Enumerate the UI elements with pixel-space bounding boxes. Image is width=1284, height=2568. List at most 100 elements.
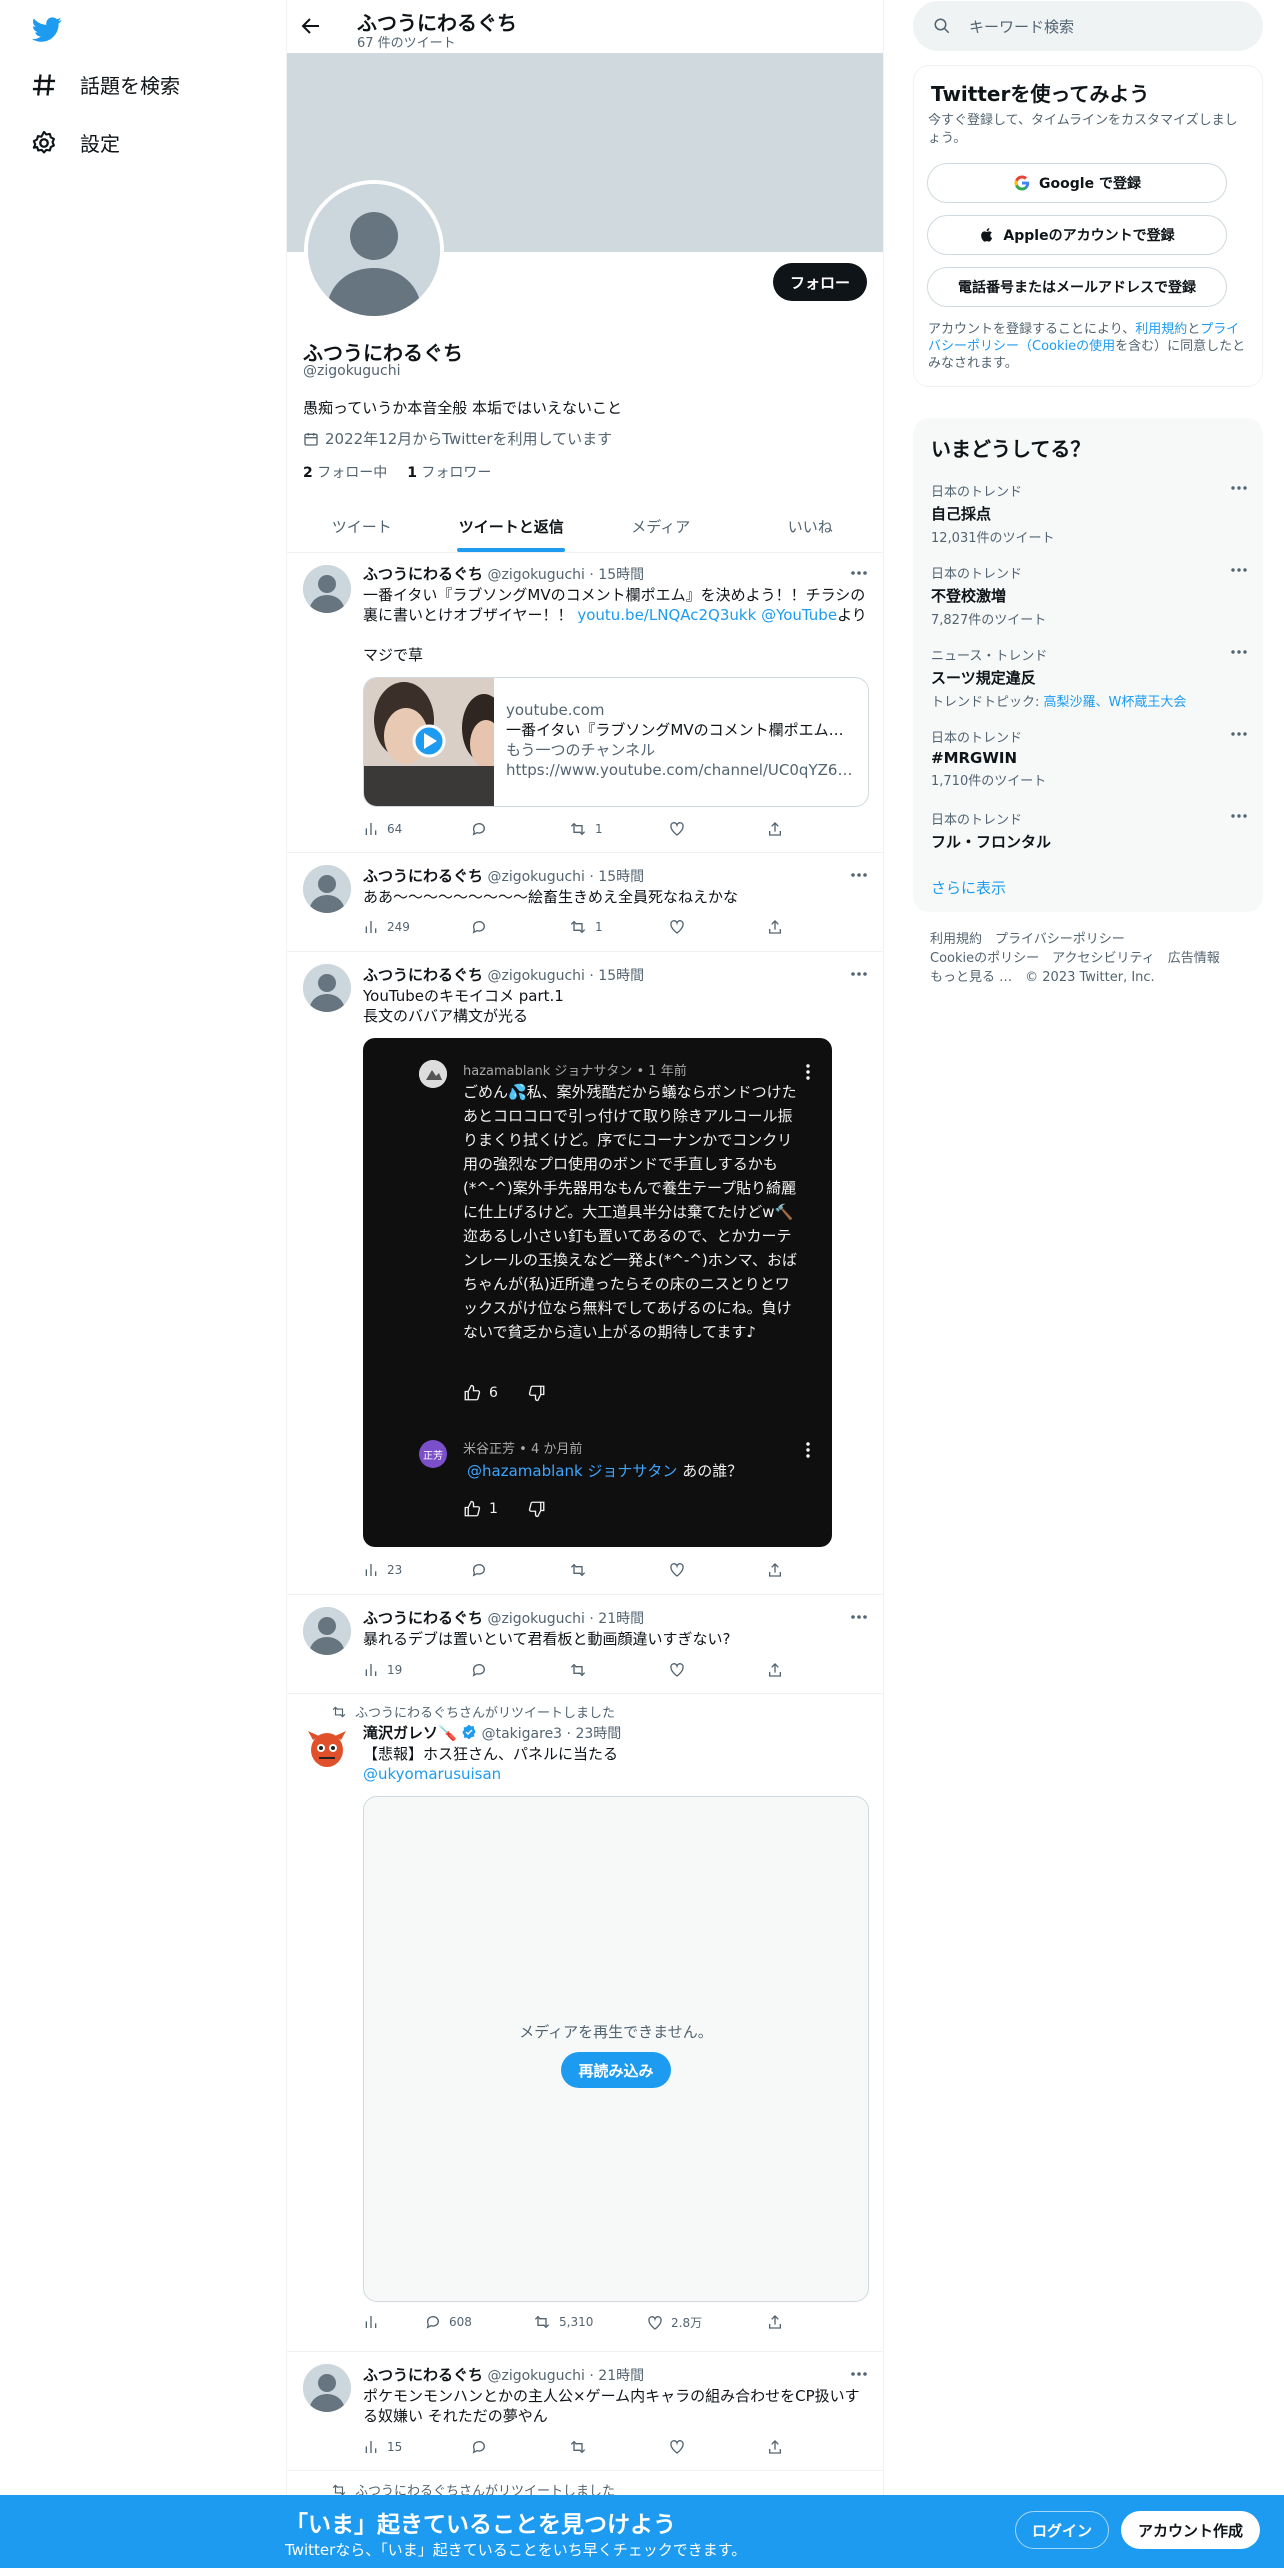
tab-media[interactable]: メディア xyxy=(586,500,736,552)
views-button[interactable]: 15 xyxy=(363,2439,402,2455)
phone-email-signup-button[interactable]: 電話番号またはメールアドレスで登録 xyxy=(927,267,1227,307)
reply-button[interactable] xyxy=(471,821,495,837)
more-icon[interactable] xyxy=(849,865,869,885)
twitter-logo-icon[interactable] xyxy=(30,14,64,44)
retweet-button[interactable]: 5,310 xyxy=(533,2314,593,2330)
footer-accessibility[interactable]: アクセシビリティ xyxy=(1052,951,1155,966)
tweet-actions: 19 xyxy=(363,1662,803,1682)
tab-tweets-and-replies[interactable]: ツイートと返信 xyxy=(437,500,587,552)
apple-signup-button[interactable]: Appleのアカウントで登録 xyxy=(927,215,1227,255)
link-card[interactable]: youtube.com 一番イタい『ラブソングMVのコメント欄ポエム』を決めよう… xyxy=(363,677,869,807)
views-icon xyxy=(365,1664,377,1676)
login-button[interactable]: ログイン xyxy=(1015,2511,1110,2549)
tweet-mention[interactable]: @YouTube xyxy=(761,606,837,624)
profile-avatar[interactable] xyxy=(304,180,444,320)
more-icon[interactable] xyxy=(849,563,869,583)
share-button[interactable] xyxy=(767,2314,783,2330)
terms-link[interactable]: 利用規約 xyxy=(1135,322,1187,337)
footer-privacy[interactable]: プライバシーポリシー xyxy=(995,932,1125,947)
retweet-button[interactable] xyxy=(569,1662,595,1678)
trend-more-icon[interactable] xyxy=(1230,649,1248,655)
follow-button[interactable]: フォロー xyxy=(772,263,867,301)
comment-body: ごめん💦私、案外残酷だから蟻ならボンドつけたあとコロコロで引っ付けて取り除きアル… xyxy=(463,1083,798,1341)
footer-cookie[interactable]: Cookieのポリシー xyxy=(930,951,1039,966)
tab-tweets[interactable]: ツイート xyxy=(287,500,437,552)
like-button[interactable] xyxy=(669,1562,693,1578)
nav-explore[interactable]: 話題を検索 xyxy=(30,70,180,99)
profile-column: ふつうにわるぐち 67 件のツイート フォロー ふつうにわるぐち @zigoku… xyxy=(286,0,884,2568)
share-button[interactable] xyxy=(767,919,783,935)
back-arrow-icon[interactable] xyxy=(299,14,323,38)
search-box[interactable]: キーワード検索 xyxy=(913,1,1263,51)
views-icon xyxy=(365,1564,377,1576)
trend-more-icon[interactable] xyxy=(1230,731,1248,737)
reply-button[interactable]: 608 xyxy=(425,2314,472,2330)
share-button[interactable] xyxy=(767,1662,783,1678)
retweet-button[interactable]: 1 xyxy=(569,919,603,935)
search-icon xyxy=(933,17,951,35)
avatar[interactable] xyxy=(303,2364,351,2412)
follow-stats: 2 フォロー中 1 フォロワー xyxy=(303,462,491,482)
avatar[interactable] xyxy=(303,865,351,913)
share-button[interactable] xyxy=(767,1562,783,1578)
following-link[interactable]: 2 フォロー中 xyxy=(303,462,387,482)
reply-button[interactable] xyxy=(471,919,495,935)
share-button[interactable] xyxy=(767,2439,783,2455)
like-button[interactable] xyxy=(669,821,693,837)
google-signup-button[interactable]: Google で登録 xyxy=(927,163,1227,203)
tweet[interactable]: ふつうにわるぐち @zigokuguchi · 15時間 一番イタい『ラブソング… xyxy=(287,553,883,853)
views-button[interactable] xyxy=(363,2314,387,2330)
comment-more-icon xyxy=(806,1064,810,1080)
reply-avatar: 正芳 xyxy=(419,1440,447,1468)
create-account-button[interactable]: アカウント作成 xyxy=(1121,2511,1261,2549)
footer-more[interactable]: もっと見る … xyxy=(930,970,1012,985)
embedded-comment-screenshot[interactable]: hazamablank ジョナサタン • 1 年前 ごめん💦私、案外残酷だから蟻… xyxy=(363,1038,832,1547)
trend-more-icon[interactable] xyxy=(1230,813,1248,819)
avatar[interactable] xyxy=(303,964,351,1012)
trend-more-icon[interactable] xyxy=(1230,567,1248,573)
footer-ads[interactable]: 広告情報 xyxy=(1168,951,1220,966)
tweet-actions: 15 xyxy=(363,2439,803,2459)
reload-button[interactable]: 再読み込み xyxy=(561,2052,671,2088)
views-button[interactable]: 19 xyxy=(363,1662,402,1678)
like-button[interactable] xyxy=(669,919,693,935)
avatar[interactable] xyxy=(303,1722,351,1770)
show-more-link[interactable]: さらに表示 xyxy=(931,877,1006,898)
footer-terms[interactable]: 利用規約 xyxy=(930,932,982,947)
tweet[interactable]: ふつうにわるぐち @zigokuguchi · 21時間 暴れるデブは置いといて… xyxy=(287,1595,883,1694)
views-button[interactable]: 23 xyxy=(363,1562,402,1578)
like-button[interactable]: 2.8万 xyxy=(647,2314,702,2331)
reply-button[interactable] xyxy=(471,1562,495,1578)
trend-item[interactable]: ニュース・トレンド スーツ規定違反 トレンドトピック: 高梨沙羅、W杯蔵王大会 xyxy=(931,645,1251,710)
like-button[interactable] xyxy=(669,1662,693,1678)
share-icon xyxy=(769,1663,781,1677)
reply-button[interactable] xyxy=(471,1662,495,1678)
reply-button[interactable] xyxy=(471,2439,495,2455)
tweet[interactable]: ふつうにわるぐち @zigokuguchi · 15時間 ああ～～～～～～～～～… xyxy=(287,853,883,952)
search-placeholder: キーワード検索 xyxy=(969,17,1075,36)
tweet[interactable]: ふつうにわるぐち @zigokuguchi · 21時間 ポケモンモンハンとかの… xyxy=(287,2352,883,2471)
trend-item[interactable]: 日本のトレンド 自己採点 12,031件のツイート xyxy=(931,481,1251,546)
avatar[interactable] xyxy=(303,1607,351,1655)
tweet-mention[interactable]: @ukyomarusuisan xyxy=(363,1765,501,1783)
avatar[interactable] xyxy=(303,565,351,613)
views-button[interactable]: 249 xyxy=(363,919,410,935)
tab-likes[interactable]: いいね xyxy=(736,500,884,552)
trend-more-icon[interactable] xyxy=(1230,485,1248,491)
retweet-button[interactable] xyxy=(569,2439,595,2455)
views-button[interactable]: 64 xyxy=(363,821,402,837)
nav-settings[interactable]: 設定 xyxy=(30,128,120,157)
more-icon[interactable] xyxy=(849,1607,869,1627)
trend-item[interactable]: 日本のトレンド フル・フロンタル xyxy=(931,809,1251,852)
like-button[interactable] xyxy=(669,2439,693,2455)
trend-item[interactable]: 日本のトレンド 不登校激増 7,827件のツイート xyxy=(931,563,1251,628)
cookie-link[interactable]: Cookieの使用 xyxy=(1032,339,1115,354)
more-icon[interactable] xyxy=(849,964,869,984)
retweet-button[interactable]: 1 xyxy=(569,821,603,837)
tweet-link[interactable]: youtu.be/LNQAc2Q3ukk xyxy=(577,606,756,624)
retweet-button[interactable] xyxy=(569,1562,595,1578)
more-icon[interactable] xyxy=(849,2364,869,2384)
share-button[interactable] xyxy=(767,821,783,837)
trend-item[interactable]: 日本のトレンド #MRGWIN 1,710件のツイート xyxy=(931,727,1251,789)
followers-link[interactable]: 1 フォロワー xyxy=(407,462,491,482)
